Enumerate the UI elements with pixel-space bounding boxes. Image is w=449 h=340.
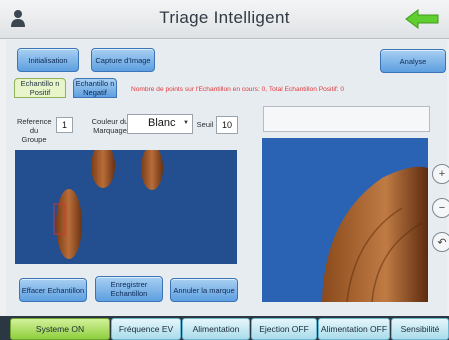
- analyse-button[interactable]: Analyse: [380, 49, 446, 73]
- camera-image: [53, 150, 163, 259]
- cancel-mark-button[interactable]: Annuler la marque: [170, 278, 238, 302]
- group-ref-field[interactable]: 1: [56, 117, 73, 133]
- rotate-icon[interactable]: ↶: [432, 232, 449, 252]
- zoomed-image: [322, 166, 428, 302]
- group-ref-label: Reference du Groupe: [17, 117, 52, 144]
- save-sample-button[interactable]: Enregistrer Echantillon: [95, 276, 163, 302]
- marker-color-select[interactable]: Blanc ▼: [127, 114, 193, 134]
- zoom-out-icon[interactable]: −: [432, 198, 449, 218]
- ejection-off-button[interactable]: Ejection OFF: [251, 318, 317, 340]
- status-message: Nombre de points sur l'Echantillon en co…: [131, 86, 344, 93]
- zoom-view[interactable]: [262, 138, 428, 302]
- title-bar: Triage Intelligent: [0, 0, 449, 39]
- power-off-button[interactable]: Alimentation OFF: [318, 318, 390, 340]
- page-title: Triage Intelligent: [159, 8, 290, 27]
- threshold-label: Seuil: [196, 120, 214, 129]
- marker-color-value: Blanc: [148, 117, 176, 129]
- marker-color-label: Couleur du Marquage: [91, 117, 129, 135]
- initialisation-button[interactable]: Initialisation: [17, 48, 79, 72]
- ev-frequency-button[interactable]: Fréquence EV: [111, 318, 181, 340]
- power-button[interactable]: Alimentation: [182, 318, 250, 340]
- capture-image-button[interactable]: Capture d'Image: [91, 48, 155, 72]
- chevron-down-icon: ▼: [183, 120, 189, 126]
- tab-echantillon-positif[interactable]: Echantillo n Positif: [14, 78, 66, 98]
- back-arrow-icon[interactable]: [404, 8, 440, 30]
- info-textbox[interactable]: [263, 106, 430, 132]
- zoom-in-icon[interactable]: +: [432, 164, 449, 184]
- threshold-field[interactable]: 10: [216, 116, 238, 134]
- system-on-button[interactable]: Systeme ON: [10, 318, 110, 340]
- sensitivity-button[interactable]: Sensibilité: [391, 318, 449, 340]
- clear-sample-button[interactable]: Effacer Echantillon: [19, 278, 87, 302]
- screen: Triage Intelligent Initialisation Captur…: [0, 0, 449, 340]
- camera-view[interactable]: [15, 150, 237, 264]
- tab-echantillon-negatif[interactable]: Echantillo n Negatif: [73, 78, 117, 98]
